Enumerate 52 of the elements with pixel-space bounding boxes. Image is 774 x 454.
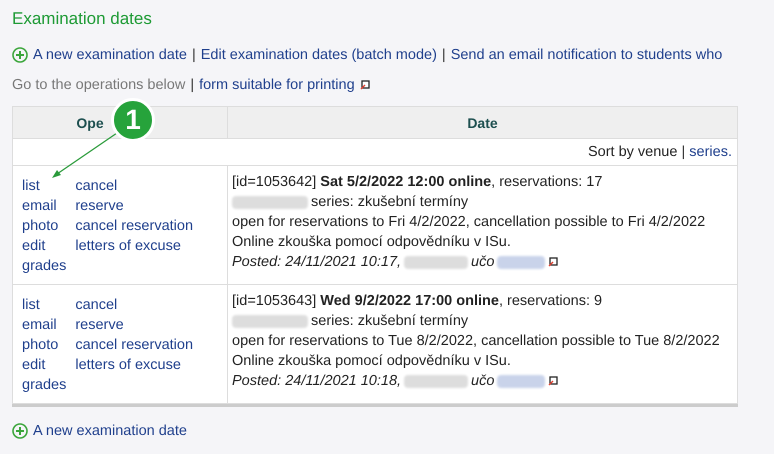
- operation-link[interactable]: list: [22, 176, 66, 196]
- external-link-icon: [548, 257, 558, 267]
- operation-link[interactable]: edit: [22, 236, 66, 256]
- operation-link[interactable]: cancel: [75, 176, 194, 196]
- print-link[interactable]: form suitable for printing: [199, 77, 355, 93]
- reservation-text: open for reservations to Fri 4/2/2022, cancellation possible to Fri 4/2/2022: [232, 213, 706, 232]
- action-link[interactable]: A new examination date: [33, 47, 187, 63]
- series-text: series: zkušební termíny: [311, 312, 468, 331]
- operation-link[interactable]: letters of excuse: [75, 355, 194, 375]
- operation-link[interactable]: grades: [22, 256, 66, 276]
- operation-link[interactable]: cancel reservation: [75, 335, 194, 355]
- operation-link[interactable]: email: [22, 196, 66, 216]
- add-icon: [12, 47, 28, 63]
- page-title: Examination dates: [12, 9, 153, 29]
- operation-link[interactable]: photo: [22, 335, 66, 355]
- action-link[interactable]: Edit examination dates (batch mode): [200, 47, 437, 63]
- note-text: Online zkouška pomocí odpovědníku v ISu.: [232, 352, 512, 371]
- operation-link[interactable]: grades: [22, 375, 66, 395]
- posted-text: Posted: 24/11/2021 10:17,: [232, 253, 402, 272]
- operation-link[interactable]: cancel reservation: [75, 216, 194, 236]
- operation-link[interactable]: edit: [22, 355, 66, 375]
- operation-link[interactable]: photo: [22, 216, 66, 236]
- uco-label: učo: [471, 372, 494, 391]
- date-headline: [id=1053642] Sat 5/2/2022 12:00 online, reservations: 17: [232, 173, 604, 192]
- reservation-text: open for reservations to Tue 8/2/2022, cancellation possible to Tue 8/2/2022: [232, 332, 721, 351]
- callout-arrow: [49, 131, 119, 181]
- operation-link[interactable]: letters of excuse: [75, 236, 194, 256]
- external-link-icon: [548, 376, 558, 386]
- separator: |: [190, 77, 194, 93]
- operation-link[interactable]: cancel: [75, 295, 194, 315]
- operation-link[interactable]: email: [22, 315, 66, 335]
- action-link[interactable]: Send an email notification to students who: [450, 47, 722, 63]
- separator: |: [192, 47, 196, 63]
- blurred-text: [404, 256, 468, 268]
- posted-text: Posted: 24/11/2021 10:18,: [232, 372, 402, 391]
- separator: |: [442, 47, 446, 63]
- add-icon: [12, 423, 28, 439]
- uco-label: učo: [471, 253, 494, 272]
- operations-text: Go to the operations below: [12, 77, 186, 93]
- operation-link[interactable]: reserve: [75, 315, 194, 335]
- blurred-text: [404, 374, 468, 388]
- action-link[interactable]: A new examination date: [33, 423, 187, 439]
- operation-link[interactable]: list: [22, 295, 66, 315]
- column-header: Date: [228, 106, 738, 138]
- sort-text: Sort by venue: [588, 144, 678, 160]
- separator: |: [681, 144, 686, 160]
- operation-link[interactable]: reserve: [75, 196, 194, 216]
- series-text: series: zkušební termíny: [311, 193, 468, 212]
- sort-link[interactable]: series.: [689, 144, 732, 160]
- note-text: Online zkouška pomocí odpovědníku v ISu.: [232, 233, 512, 252]
- date-headline: [id=1053643] Wed 9/2/2022 17:00 online, reservations: 9: [232, 292, 604, 311]
- external-link-icon: [360, 80, 370, 90]
